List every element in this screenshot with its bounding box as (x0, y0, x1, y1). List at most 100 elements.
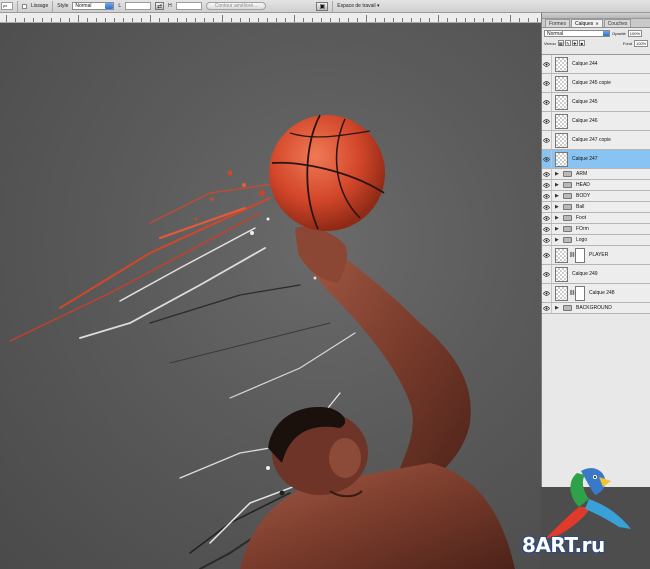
width-input[interactable] (125, 2, 152, 10)
eye-icon[interactable] (542, 265, 552, 283)
tab-formes[interactable]: Formes (545, 19, 570, 27)
layer-row[interactable]: ⛓ PLAYER (542, 246, 650, 265)
tab-calques[interactable]: Calques ✕ (570, 19, 603, 27)
layer-row[interactable]: Calque 245 copie (542, 74, 650, 93)
ruler-tick (492, 18, 493, 22)
expand-triangle-icon[interactable]: ▶ (555, 171, 561, 177)
layer-thumbnail[interactable] (555, 56, 568, 72)
eye-icon[interactable] (542, 213, 552, 223)
layer-name: ARM (576, 171, 588, 177)
layer-group-row[interactable]: ▶ Ball (542, 202, 650, 213)
layer-row[interactable]: Calque 247 (542, 150, 650, 169)
link-icon[interactable]: ⛓ (569, 252, 575, 258)
layer-name: BODY (576, 193, 591, 199)
ruler-tick (456, 18, 457, 22)
fill-input[interactable]: 100% (634, 39, 648, 47)
blend-mode-select[interactable]: Normal (544, 29, 610, 37)
eye-icon[interactable] (542, 169, 552, 179)
layer-thumbnail[interactable] (555, 247, 568, 263)
eye-icon[interactable] (542, 284, 552, 302)
expand-triangle-icon[interactable]: ▶ (555, 305, 561, 311)
workspace-menu[interactable]: Espace de travail ▾ (337, 3, 379, 9)
layer-group-row[interactable]: ▶ BODY (542, 191, 650, 202)
layer-group-row[interactable]: ▶ Foot (542, 213, 650, 224)
ruler-tick (339, 18, 340, 22)
layer-thumbnail[interactable] (555, 132, 568, 148)
tab-couches[interactable]: Couches (603, 19, 632, 27)
ruler-tick (195, 18, 196, 22)
layer-group-row[interactable]: ▶ BACKGROUND (542, 303, 650, 314)
layer-thumbnail[interactable] (555, 285, 568, 301)
layer-row[interactable]: Calque 245 (542, 93, 650, 112)
divider (52, 0, 54, 12)
parrot-logo (545, 468, 631, 539)
ruler-tick (447, 18, 448, 22)
ruler-tick (213, 18, 214, 22)
ruler-tick (384, 18, 385, 22)
expand-triangle-icon[interactable]: ▶ (555, 215, 561, 221)
eye-icon[interactable] (542, 224, 552, 234)
folder-icon (563, 182, 572, 188)
expand-triangle-icon[interactable]: ▶ (555, 237, 561, 243)
expand-triangle-icon[interactable]: ▶ (555, 193, 561, 199)
ruler-tick (96, 18, 97, 22)
ruler-tick (321, 18, 322, 22)
eye-icon[interactable] (542, 93, 552, 111)
style-select[interactable]: Normal (72, 2, 115, 10)
eye-icon[interactable] (542, 235, 552, 245)
layer-group-row[interactable]: ▶ Logo (542, 235, 650, 246)
eye-icon[interactable] (542, 55, 552, 73)
eye-icon[interactable] (542, 112, 552, 130)
ruler-tick (204, 18, 205, 22)
lock-position-icon[interactable]: ✚ (571, 40, 578, 46)
eye-icon[interactable] (542, 246, 552, 264)
layer-thumbnail[interactable] (555, 94, 568, 110)
opacity-input[interactable]: 100% (627, 29, 642, 37)
horizontal-ruler[interactable] (0, 13, 541, 23)
tab-label: Calques (574, 20, 594, 27)
expand-triangle-icon[interactable]: ▶ (555, 204, 561, 210)
layer-row[interactable]: ⛓ Calque 248 (542, 284, 650, 303)
eye-icon[interactable] (542, 74, 552, 92)
ruler-tick (33, 18, 34, 22)
divider (332, 0, 334, 12)
height-input[interactable] (175, 2, 202, 10)
layer-thumbnail[interactable] (555, 266, 568, 282)
layer-mask-thumbnail[interactable] (575, 285, 585, 301)
feather-field[interactable]: px (1, 2, 13, 10)
tab-label: Formes (549, 20, 566, 27)
layer-thumbnail[interactable] (555, 151, 568, 167)
layer-group-row[interactable]: ▶ FOrm (542, 224, 650, 235)
antialias-checkbox[interactable] (22, 3, 27, 9)
layer-group-row[interactable]: ▶ ARM (542, 169, 650, 180)
ruler-tick (105, 18, 106, 22)
layer-mask-thumbnail[interactable] (575, 247, 585, 263)
expand-triangle-icon[interactable]: ▶ (555, 182, 561, 188)
link-icon[interactable]: ⛓ (569, 290, 575, 296)
lock-all-icon[interactable]: ■ (578, 40, 585, 46)
layer-row[interactable]: Calque 244 (542, 55, 650, 74)
layer-name: Calque 245 copie (572, 80, 611, 86)
document-canvas[interactable] (0, 23, 541, 569)
expand-triangle-icon[interactable]: ▶ (555, 226, 561, 232)
layer-row[interactable]: Calque 246 (542, 112, 650, 131)
lock-pixels-icon[interactable]: ✎ (564, 40, 571, 46)
eye-icon[interactable] (542, 202, 552, 212)
layer-group-row[interactable]: ▶ HEAD (542, 180, 650, 191)
eye-icon[interactable] (542, 303, 552, 313)
layer-thumbnail[interactable] (555, 75, 568, 91)
layer-row[interactable]: Calque 249 (542, 265, 650, 284)
eye-icon[interactable] (542, 131, 552, 149)
layer-row[interactable]: Calque 247 copie (542, 131, 650, 150)
height-label: H (168, 3, 172, 9)
palette-well-icon[interactable]: ▣ (316, 1, 329, 11)
layer-thumbnail[interactable] (555, 113, 568, 129)
swap-icon[interactable]: ⇄ (155, 2, 165, 10)
eye-icon[interactable] (542, 191, 552, 201)
close-icon[interactable]: ✕ (595, 21, 598, 26)
ruler-tick (87, 18, 88, 22)
eye-icon[interactable] (542, 150, 552, 168)
lock-transparency-icon[interactable]: ▦ (557, 40, 564, 46)
refine-edge-button[interactable]: Contour amélioré... (205, 2, 267, 10)
eye-icon[interactable] (542, 180, 552, 190)
